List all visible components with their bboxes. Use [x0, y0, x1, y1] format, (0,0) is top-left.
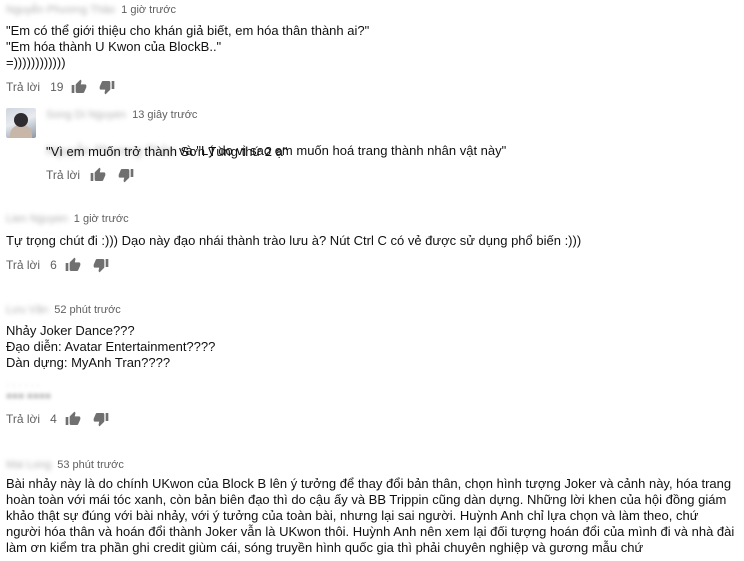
- comment-time[interactable]: 1 giờ trước: [121, 4, 176, 16]
- like-count: 6: [50, 258, 57, 272]
- comment-text: Bài nhảy này là do chính UKwon của Block…: [6, 476, 735, 555]
- thumbs-down-icon[interactable]: [93, 257, 109, 273]
- thumbs-down-icon[interactable]: [93, 411, 109, 427]
- comment-text: "Em có thể giới thiệu cho khán giả biết,…: [6, 23, 370, 70]
- comment-header: Nguyễn Phương Thảo 1 giờ trước: [6, 4, 176, 16]
- reply-button[interactable]: Trả lời: [6, 412, 40, 426]
- reply-button[interactable]: Trả lời: [6, 258, 40, 272]
- blurred-text: · · · · · ·: [6, 380, 40, 391]
- comment-text: Tự trọng chút đi :))) Dạo này đạo nhái t…: [6, 233, 582, 248]
- comment-author[interactable]: Nguyễn Phương Thảo: [6, 4, 115, 16]
- comment-actions: Trả lời 6: [6, 257, 121, 273]
- comment-actions: Trả lời 19: [6, 79, 127, 95]
- comment-author[interactable]: Song Di Nguyen: [46, 109, 126, 121]
- comment-author[interactable]: Lưu Văn: [6, 304, 48, 316]
- comment-time[interactable]: 13 giây trước: [132, 109, 197, 121]
- comment-header: Mai Long 53 phút trước: [6, 459, 124, 471]
- thumbs-down-icon[interactable]: [118, 167, 134, 183]
- thumbs-up-icon[interactable]: [65, 257, 81, 273]
- comment-header: Lien Nguyen 1 giờ trước: [6, 213, 129, 225]
- like-count: 4: [50, 412, 57, 426]
- comment-time[interactable]: 52 phút trước: [54, 304, 121, 316]
- thumbs-up-icon[interactable]: [90, 167, 106, 183]
- comment-author[interactable]: Lien Nguyen: [6, 213, 68, 225]
- comment-author[interactable]: Mai Long: [6, 459, 51, 471]
- thumbs-down-icon[interactable]: [99, 79, 115, 95]
- comment-actions: Trả lời: [46, 167, 146, 183]
- avatar[interactable]: [6, 108, 36, 138]
- comment-time[interactable]: 53 phút trước: [57, 459, 124, 471]
- blurred-text: ■■■ ■■■■: [6, 391, 52, 402]
- thumbs-up-icon[interactable]: [71, 79, 87, 95]
- reply-button[interactable]: Trả lời: [6, 80, 40, 94]
- comment-header: Song Di Nguyen 13 giây trước: [46, 109, 197, 121]
- comment-time[interactable]: 1 giờ trước: [74, 213, 129, 225]
- comment-header: Lưu Văn 52 phút trước: [6, 304, 121, 316]
- thumbs-up-icon[interactable]: [65, 411, 81, 427]
- reply-button[interactable]: Trả lời: [46, 168, 80, 182]
- comment-actions: Trả lời 4: [6, 411, 121, 427]
- comment-text: Nhảy Joker Dance??? Đạo diễn: Avatar Ent…: [6, 323, 216, 370]
- like-count: 19: [50, 80, 64, 94]
- comment-text: "Vì em muốn trở thành Sơn Tùng thứ 2 ạ": [46, 144, 288, 159]
